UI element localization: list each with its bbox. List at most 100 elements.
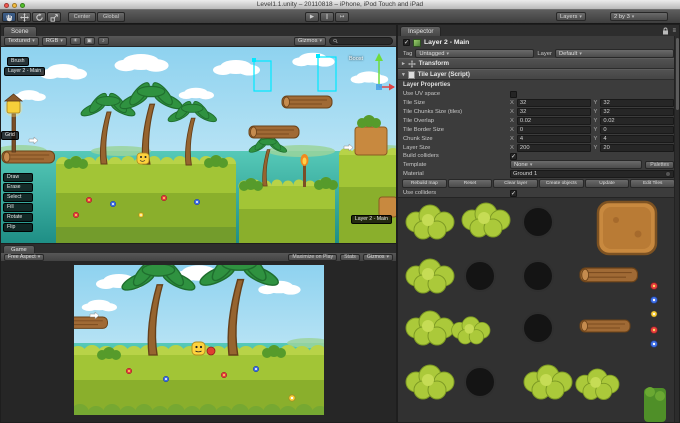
panel-menu-icon[interactable]: ≡ [672, 28, 676, 34]
scene-search[interactable] [329, 37, 393, 45]
tile-palette[interactable] [398, 198, 669, 422]
palettes-button[interactable]: Palettes [645, 161, 674, 169]
game-overlay-toggle[interactable]: ▣ [84, 37, 95, 45]
inspector-scrollbar[interactable] [674, 36, 679, 422]
update-button[interactable]: Update [585, 179, 630, 188]
island-small[interactable] [239, 177, 339, 244]
step-icon: ↦ [340, 14, 345, 20]
main-toolbar: Center Global ▶ ∥ ↦ Layers 2 by 3 [0, 10, 680, 24]
search-icon [333, 37, 338, 45]
pivot-toggle[interactable]: Center [68, 12, 96, 22]
pause-button[interactable]: ∥ [320, 12, 334, 22]
active-checkbox[interactable]: ✓ [403, 39, 410, 46]
tile-tool-select[interactable]: Select [3, 193, 33, 202]
transform-component-header[interactable]: ▸ Transform [398, 58, 679, 69]
material-object-field[interactable]: Ground 1 [510, 170, 674, 178]
play-button[interactable]: ▶ [305, 12, 319, 22]
hand-tool-button[interactable] [2, 12, 16, 22]
create-objects-button[interactable]: Create objects [539, 179, 584, 188]
flower-blue[interactable] [194, 199, 200, 205]
move-tool-button[interactable] [17, 12, 31, 22]
flower-blue[interactable] [110, 201, 116, 207]
tab-game[interactable]: Game [3, 245, 35, 253]
layer-size-y-field[interactable]: 20 [600, 144, 674, 152]
border-size-y-field[interactable]: 0 [600, 126, 674, 134]
scene-search-input[interactable] [339, 38, 389, 44]
layout-dropdown[interactable]: 2 by 3 [610, 12, 668, 21]
inspector-tabbar: Inspector ≡ [398, 25, 679, 36]
player-sprite[interactable] [137, 153, 149, 164]
tile-layer-component-header[interactable]: ▾ Tile Layer (Script) [398, 69, 679, 80]
use-uv-space-checkbox[interactable] [510, 91, 517, 98]
layer-properties-section: Layer Properties [398, 80, 679, 90]
foldout-icon[interactable]: ▾ [402, 72, 405, 78]
transform-icon [408, 60, 416, 68]
layers-dropdown-label: Layers [560, 14, 577, 20]
vector-row-chunk-size: Chunk Size X 4 Y 4 [398, 134, 679, 143]
audio-toggle[interactable]: ♪ [98, 37, 109, 45]
island-main[interactable] [56, 155, 236, 244]
scene-tabbar: Scene [1, 25, 396, 36]
tile-size-y-field[interactable]: 32 [600, 99, 674, 107]
hand-icon [5, 13, 14, 22]
clear-layer-button[interactable]: Clear layer [493, 179, 538, 188]
step-button[interactable]: ↦ [335, 12, 349, 22]
chunks-size-y-field[interactable]: 32 [600, 108, 674, 116]
chunk-size-x-field[interactable]: 4 [517, 135, 591, 143]
grid-chip[interactable]: Grid [1, 131, 19, 140]
scrollbar-thumb[interactable] [676, 38, 680, 110]
layers-dropdown[interactable]: Layers [556, 12, 586, 21]
tile-tool-draw[interactable]: Draw [3, 173, 33, 182]
object-picker-icon[interactable] [665, 171, 671, 177]
tag-dropdown[interactable]: Untagged [415, 49, 534, 58]
chunks-size-x-field[interactable]: 32 [517, 108, 591, 116]
flower-red[interactable] [161, 195, 167, 201]
use-colliders-checkbox[interactable]: ✓ [510, 190, 517, 197]
rebuild-map-button[interactable]: Rebuild map [402, 179, 447, 188]
maximize-on-play-button[interactable]: Maximize on Play [288, 254, 337, 261]
tile-size-x-field[interactable]: 32 [517, 99, 591, 107]
active-layer-chip[interactable]: Layer 2 - Main [4, 67, 45, 76]
floating-log[interactable] [249, 126, 299, 138]
foldout-icon[interactable]: ▸ [402, 61, 405, 67]
flower-red[interactable] [86, 197, 92, 203]
lighting-toggle[interactable]: ☀ [70, 37, 81, 45]
tile-overlap-x-field[interactable]: 0.02 [517, 117, 591, 125]
aspect-dropdown[interactable]: Free Aspect [4, 254, 44, 261]
current-layer-chip[interactable]: Layer 2 - Main [351, 215, 392, 224]
shading-mode-dropdown[interactable]: Textured [4, 37, 39, 46]
border-size-x-field[interactable]: 0 [517, 126, 591, 134]
log-platform[interactable] [2, 151, 54, 163]
tile-tool-flip[interactable]: Flip [3, 223, 33, 232]
layer-size-x-field[interactable]: 200 [517, 144, 591, 152]
tab-scene[interactable]: Scene [3, 26, 37, 36]
tile-tool-rotate[interactable]: Rotate [3, 213, 33, 222]
reset-button[interactable]: Reset [448, 179, 493, 188]
tab-inspector[interactable]: Inspector [400, 26, 441, 36]
floating-log[interactable] [282, 96, 332, 108]
stats-button[interactable]: Stats [340, 254, 360, 261]
vector-row-tile-overlap: Tile Overlap X 0.02 Y 0.02 [398, 116, 679, 125]
layer-dropdown[interactable]: Default [555, 49, 674, 58]
tile-tool-fill[interactable]: Fill [3, 203, 33, 212]
scene-gizmos-dropdown[interactable]: Gizmos [294, 37, 326, 46]
gameobject-name[interactable]: Layer 2 - Main [424, 39, 469, 46]
template-dropdown[interactable]: None [510, 160, 642, 169]
tile-tool-erase[interactable]: Erase [3, 183, 33, 192]
render-channel-dropdown[interactable]: RGB [42, 37, 67, 46]
game-gizmos-dropdown[interactable]: Gizmos [363, 254, 393, 261]
build-colliders-checkbox[interactable]: ✓ [510, 153, 517, 160]
rotate-tool-button[interactable] [32, 12, 46, 22]
scene-viewport[interactable]: Boost Brush Layer 2 - Main Grid Draw Era… [1, 47, 396, 244]
edit-tiles-button[interactable]: Edit Tiles [630, 179, 675, 188]
space-toggle[interactable]: Global [97, 12, 125, 22]
flower-red[interactable] [73, 212, 79, 218]
chunk-size-y-field[interactable]: 4 [600, 135, 674, 143]
vector-row-layer-size: Layer Size X 200 Y 20 [398, 143, 679, 152]
tile-overlap-y-field[interactable]: 0.02 [600, 117, 674, 125]
scene-toolbar: Textured RGB ☀ ▣ ♪ Gizmos [1, 36, 396, 47]
brush-chip[interactable]: Brush [7, 57, 29, 66]
scale-tool-button[interactable] [47, 12, 61, 22]
flower-yellow[interactable] [139, 213, 144, 218]
lock-icon[interactable] [662, 27, 669, 35]
